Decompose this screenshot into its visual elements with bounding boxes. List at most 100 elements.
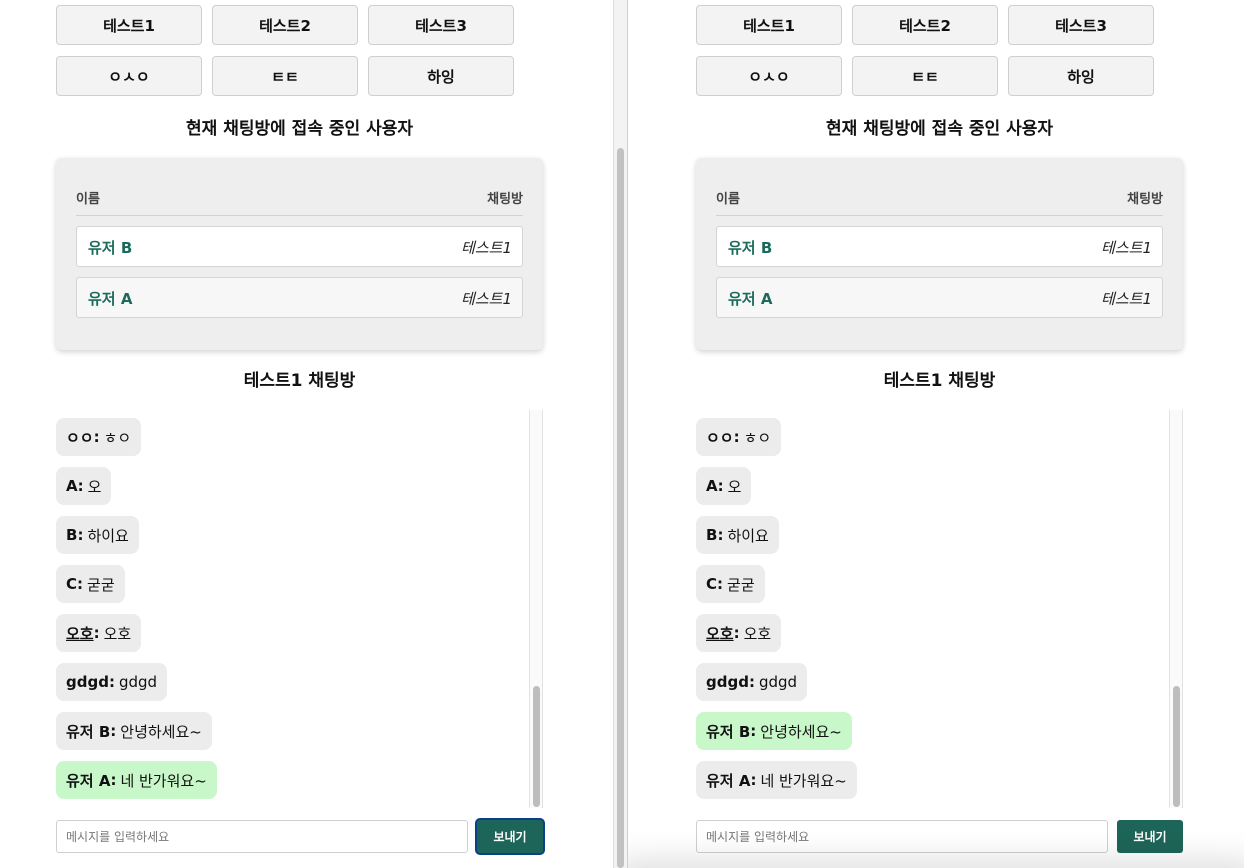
message-sender: gdgd <box>66 673 109 691</box>
room-button-test1[interactable]: 테스트1 <box>696 5 842 45</box>
room-button-tt[interactable]: ㅌㅌ <box>852 56 998 96</box>
message-composer: 보내기 <box>56 820 544 853</box>
chat-message: ㅇㅇ: ㅎㅇ <box>56 418 142 456</box>
user-name: 유저 B <box>728 239 773 257</box>
message-text: ㅎㅇ <box>743 428 772 447</box>
message-sender: ㅇㅇ <box>706 428 734 447</box>
user-name: 유저 A <box>88 290 133 308</box>
message-text: 네 반가워요~ <box>120 771 207 790</box>
message-list[interactable]: ㅇㅇ: ㅎㅇ A:오 B: 하이요 C: 굳굳 오호: 오호 gdgd: gdgd <box>696 410 1183 808</box>
message-list-scrollbar[interactable] <box>1169 410 1183 808</box>
user-room: 테스트1 <box>1101 239 1152 257</box>
user-row: 유저 B 테스트1 <box>716 226 1163 267</box>
chat-message: C: 굳굳 <box>696 565 765 603</box>
message-sender: 오호 <box>706 624 734 643</box>
message-list-scrollbar[interactable] <box>529 410 543 808</box>
message-sender: 오호 <box>66 624 94 643</box>
chat-message: A:오 <box>696 467 752 505</box>
chat-message: C: 굳굳 <box>56 565 125 603</box>
message-text: 하이요 <box>727 526 769 545</box>
message-text: 네 반가워요~ <box>760 771 847 790</box>
chat-message: 유저 B: 안녕하세요~ <box>56 712 212 750</box>
message-text: 하이요 <box>87 526 129 545</box>
user-row: 유저 B 테스트1 <box>76 226 523 267</box>
room-button-test1[interactable]: 테스트1 <box>56 5 202 45</box>
chat-window-right: 테스트1 테스트2 테스트3 ㅇㅅㅇ ㅌㅌ 하잉 현재 채팅방에 접속 중인 사… <box>628 0 1244 868</box>
user-row: 유저 A 테스트1 <box>76 277 523 318</box>
users-table-header: 이름 채팅방 <box>76 186 523 216</box>
message-sender: gdgd <box>706 673 749 691</box>
user-room: 테스트1 <box>1101 290 1152 308</box>
message-sender: B <box>66 526 78 544</box>
user-room: 테스트1 <box>461 290 512 308</box>
room-button-haing[interactable]: 하잉 <box>368 56 514 96</box>
users-section-title: 현재 채팅방에 접속 중인 사용자 <box>826 119 1053 139</box>
chat-message: B: 하이요 <box>696 516 779 554</box>
scrollbar-thumb[interactable] <box>1173 686 1180 807</box>
room-button-haing[interactable]: 하잉 <box>1008 56 1154 96</box>
message-input[interactable] <box>696 820 1108 853</box>
column-header-room: 채팅방 <box>1127 192 1163 207</box>
message-sender: 유저 B <box>706 722 751 741</box>
online-users-card: 이름 채팅방 유저 B 테스트1 유저 A 테스트1 <box>56 158 543 350</box>
users-table-header: 이름 채팅방 <box>716 186 1163 216</box>
message-text: 오 <box>87 477 102 496</box>
user-row: 유저 A 테스트1 <box>716 277 1163 318</box>
window-scrollbar[interactable] <box>613 0 628 868</box>
own-chat-message: 유저 B: 안녕하세요~ <box>696 712 852 750</box>
message-text: gdgd <box>118 673 158 691</box>
message-text: 오호 <box>743 624 772 643</box>
room-button-test3[interactable]: 테스트3 <box>368 5 514 45</box>
chat-window-left: 테스트1 테스트2 테스트3 ㅇㅅㅇ ㅌㅌ 하잉 현재 채팅방에 접속 중인 사… <box>0 0 613 868</box>
chat-room-title: 테스트1 채팅방 <box>243 371 356 391</box>
message-sender: C <box>706 575 718 593</box>
message-input[interactable] <box>56 820 468 853</box>
message-sender: A <box>706 477 718 495</box>
chat-room-title: 테스트1 채팅방 <box>883 371 996 391</box>
send-button[interactable]: 보내기 <box>1117 820 1183 853</box>
message-text: gdgd <box>758 673 798 691</box>
message-text: ㅎㅇ <box>103 428 132 447</box>
scrollbar-thumb[interactable] <box>533 686 540 807</box>
chat-message: 유저 A:네 반가워요~ <box>696 761 857 799</box>
users-section-title: 현재 채팅방에 접속 중인 사용자 <box>186 119 413 139</box>
message-text: 오호 <box>103 624 132 643</box>
window-scrollbar-thumb[interactable] <box>617 148 624 868</box>
message-list[interactable]: ㅇㅇ: ㅎㅇ A:오 B: 하이요 C: 굳굳 오호: 오호 gdgd: gdgd <box>56 410 543 808</box>
message-text: 안녕하세요~ <box>120 722 202 741</box>
message-sender: A <box>66 477 78 495</box>
send-button[interactable]: 보내기 <box>477 820 543 853</box>
user-room: 테스트1 <box>461 239 512 257</box>
column-header-room: 채팅방 <box>487 192 523 207</box>
room-button-test2[interactable]: 테스트2 <box>852 5 998 45</box>
user-name: 유저 B <box>88 239 133 257</box>
message-sender: 유저 B <box>66 722 111 741</box>
chat-message: ㅇㅇ: ㅎㅇ <box>696 418 782 456</box>
message-sender: C <box>66 575 78 593</box>
message-text: 오 <box>727 477 742 496</box>
room-button-test3[interactable]: 테스트3 <box>1008 5 1154 45</box>
column-header-name: 이름 <box>76 192 100 207</box>
message-sender: ㅇㅇ <box>66 428 94 447</box>
message-sender: B <box>706 526 718 544</box>
chat-message: gdgd: gdgd <box>696 663 808 701</box>
online-users-card: 이름 채팅방 유저 B 테스트1 유저 A 테스트1 <box>696 158 1183 350</box>
room-button-test2[interactable]: 테스트2 <box>212 5 358 45</box>
message-text: 안녕하세요~ <box>760 722 842 741</box>
column-header-name: 이름 <box>716 192 740 207</box>
chat-message: 오호: 오호 <box>56 614 142 652</box>
message-text: 굳굳 <box>87 575 115 594</box>
message-sender: 유저 A <box>66 771 111 790</box>
chat-message: A:오 <box>56 467 112 505</box>
message-composer: 보내기 <box>696 820 1184 853</box>
message-sender: 유저 A <box>706 771 751 790</box>
room-button-osio[interactable]: ㅇㅅㅇ <box>696 56 842 96</box>
user-name: 유저 A <box>728 290 773 308</box>
screen: 테스트1 테스트2 테스트3 ㅇㅅㅇ ㅌㅌ 하잉 현재 채팅방에 접속 중인 사… <box>0 0 1244 868</box>
message-text: 굳굳 <box>727 575 755 594</box>
room-button-osio[interactable]: ㅇㅅㅇ <box>56 56 202 96</box>
chat-message: B: 하이요 <box>56 516 139 554</box>
room-button-tt[interactable]: ㅌㅌ <box>212 56 358 96</box>
own-chat-message: 유저 A:네 반가워요~ <box>56 761 217 799</box>
chat-message: gdgd: gdgd <box>56 663 168 701</box>
